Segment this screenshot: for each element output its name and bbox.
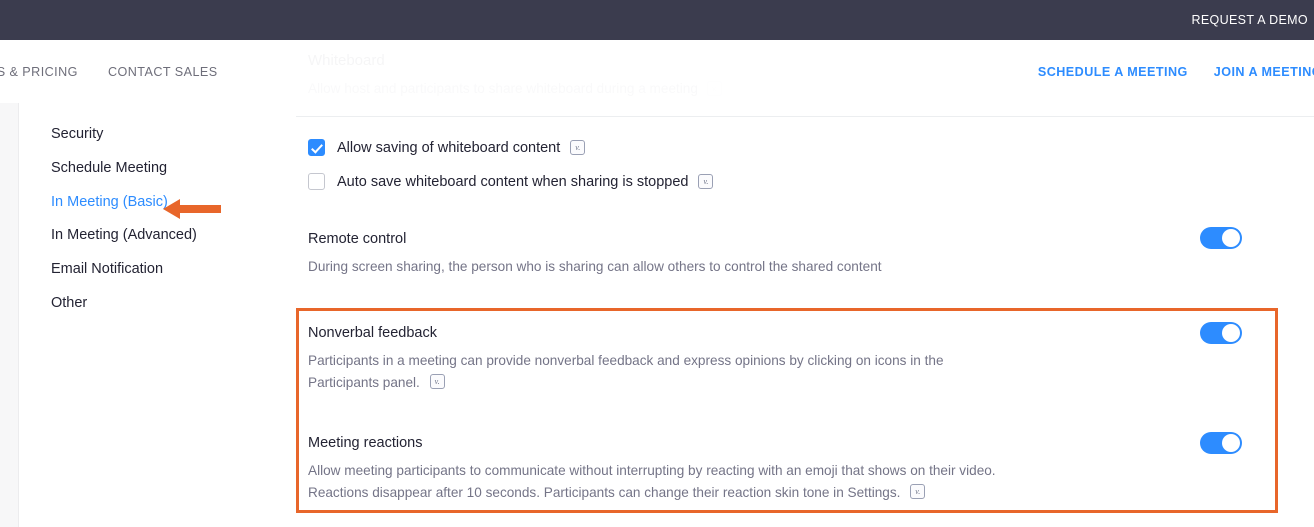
nav-schedule-a-meeting[interactable]: SCHEDULE A MEETING (1038, 65, 1188, 79)
nonverbal-feedback-title: Nonverbal feedback (308, 325, 437, 342)
nav-right-group: SCHEDULE A MEETING JOIN A MEETING (1038, 40, 1314, 103)
request-a-demo-link[interactable]: REQUEST A DEMO (1187, 13, 1312, 27)
checkbox-auto-save-label: Auto save whiteboard content when sharin… (337, 173, 714, 190)
setting-remote-control: Remote control During screen sharing, th… (296, 227, 1278, 278)
main-navigation-bar: PLANS & PRICING CONTACT SALES SCHEDULE A… (0, 40, 1314, 103)
meeting-reactions-title: Meeting reactions (308, 435, 423, 452)
info-badge-icon[interactable] (570, 140, 586, 155)
meeting-reactions-description-text: Allow meeting participants to communicat… (308, 463, 996, 501)
sidebar-item-email-notification[interactable]: Email Notification (18, 253, 283, 287)
checkbox-auto-save-text: Auto save whiteboard content when sharin… (337, 173, 689, 190)
nav-join-a-meeting[interactable]: JOIN A MEETING (1214, 65, 1314, 79)
sidebar-item-schedule-meeting[interactable]: Schedule Meeting (18, 152, 283, 186)
meeting-reactions-description: Allow meeting participants to communicat… (308, 460, 998, 504)
nonverbal-feedback-description: Participants in a meeting can provide no… (308, 350, 1008, 394)
nav-contact-sales[interactable]: CONTACT SALES (108, 65, 218, 79)
remote-control-description: During screen sharing, the person who is… (308, 259, 882, 274)
setting-meeting-reactions: Meeting reactions Allow meeting particip… (296, 432, 1278, 504)
checkbox-row-allow-saving[interactable]: Allow saving of whiteboard content (296, 139, 1278, 156)
nonverbal-feedback-description-text: Participants in a meeting can provide no… (308, 353, 944, 391)
remote-control-title: Remote control (308, 231, 407, 247)
checkbox-allow-saving-label: Allow saving of whiteboard content (337, 139, 586, 156)
info-badge-icon[interactable] (429, 374, 445, 390)
topbar-links-group: REQUEST A DEMO (1187, 0, 1314, 40)
nav-left-group: PLANS & PRICING CONTACT SALES (0, 40, 218, 103)
sidebar-item-in-meeting-advanced[interactable]: In Meeting (Advanced) (18, 219, 283, 253)
checkbox-allow-saving-text: Allow saving of whiteboard content (337, 139, 561, 156)
toggle-remote-control[interactable] (1200, 227, 1242, 249)
settings-sidebar: Security Schedule Meeting In Meeting (Ba… (18, 103, 283, 321)
utility-top-bar: REQUEST A DEMO (0, 0, 1314, 40)
nav-plans-and-pricing[interactable]: PLANS & PRICING (0, 65, 78, 79)
info-badge-icon[interactable] (910, 484, 926, 500)
setting-nonverbal-feedback: Nonverbal feedback Participants in a mee… (296, 322, 1278, 394)
section-divider (296, 116, 1314, 117)
sidebar-item-other[interactable]: Other (18, 287, 283, 321)
checkbox-row-auto-save[interactable]: Auto save whiteboard content when sharin… (296, 173, 1278, 190)
info-badge-icon[interactable] (698, 174, 714, 189)
settings-content-column: Whiteboard Allow host and participants t… (296, 40, 1314, 504)
sidebar-item-in-meeting-basic[interactable]: In Meeting (Basic) (18, 186, 283, 220)
checkbox-auto-save[interactable] (308, 173, 325, 190)
toggle-nonverbal-feedback[interactable] (1200, 322, 1242, 345)
sidebar-item-security[interactable]: Security (18, 118, 283, 152)
toggle-meeting-reactions[interactable] (1200, 432, 1242, 455)
checkbox-allow-saving[interactable] (308, 139, 325, 156)
